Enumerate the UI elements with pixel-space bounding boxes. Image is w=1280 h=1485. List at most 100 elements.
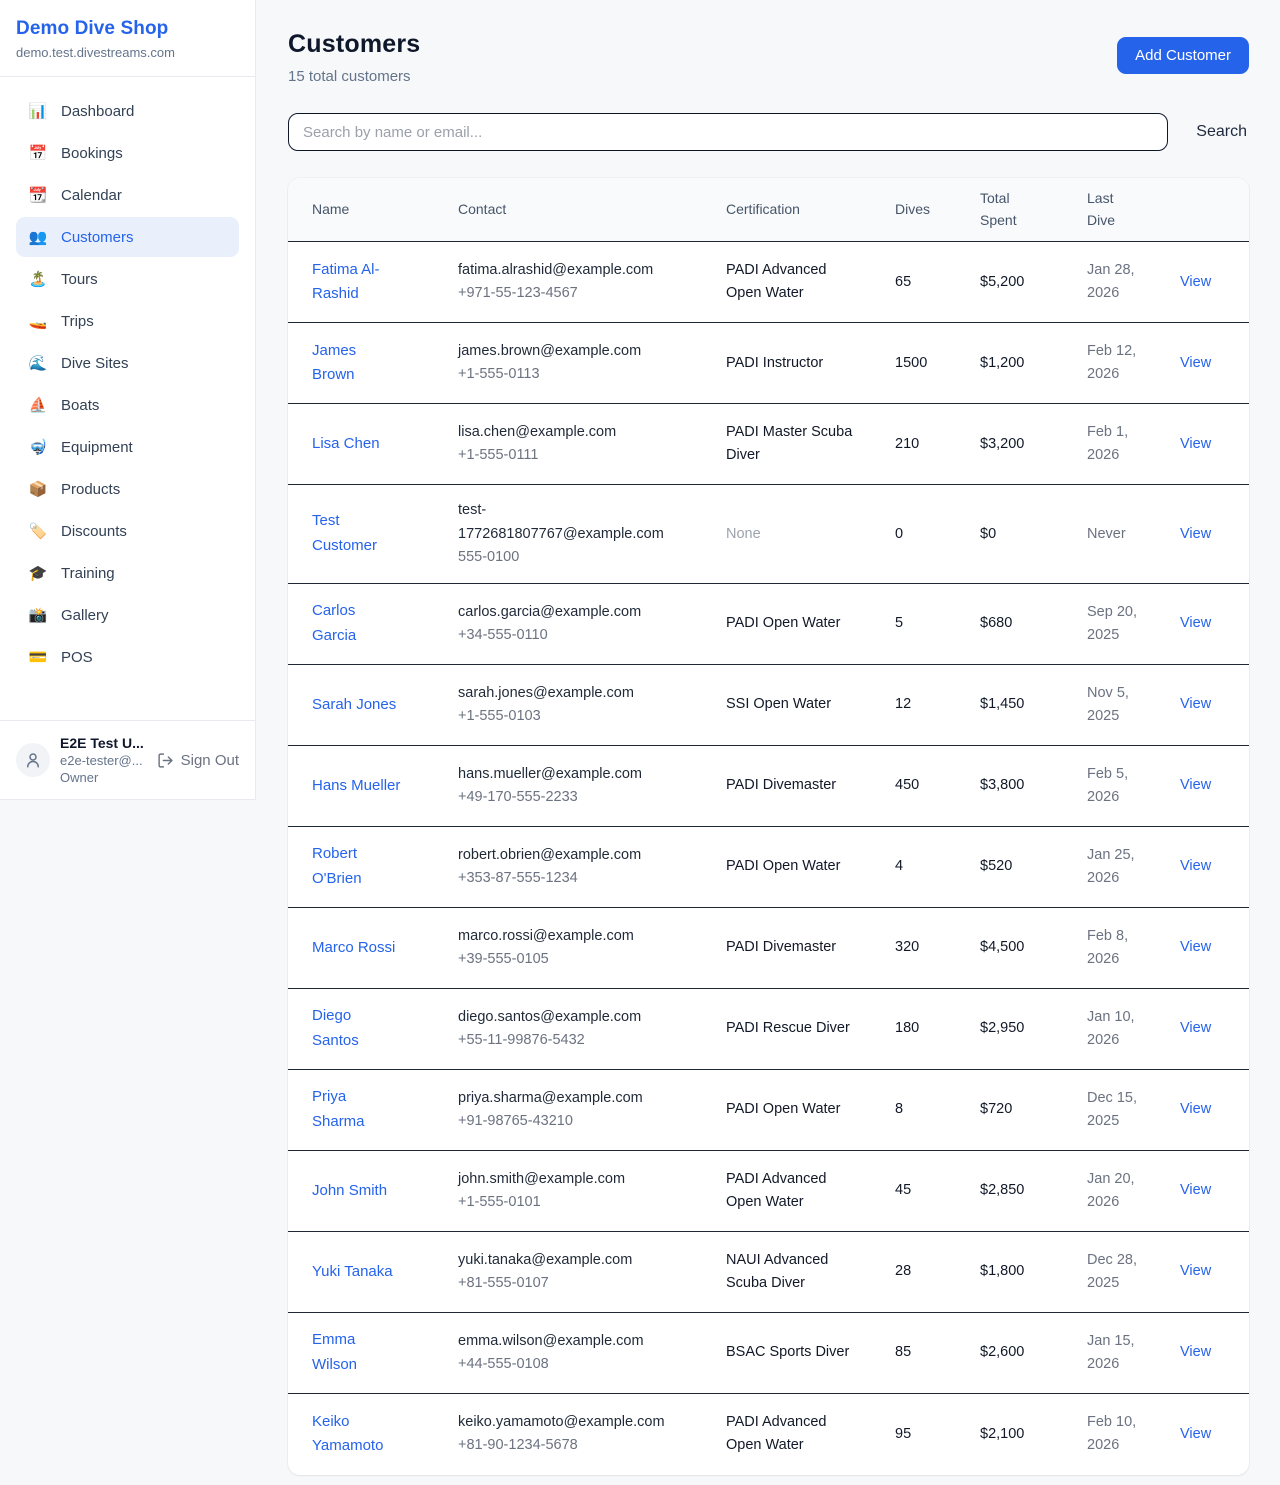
table-header: NameContactCertificationDivesTotal Spent… (288, 178, 1249, 242)
sidebar-item-equipment[interactable]: 🤿Equipment (16, 427, 239, 467)
customer-name-link[interactable]: Diego Santos (312, 990, 402, 1068)
sidebar-item-dashboard[interactable]: 📊Dashboard (16, 91, 239, 131)
sidebar-item-customers[interactable]: 👥Customers (16, 217, 239, 257)
customer-name-link[interactable]: Yuki Tanaka (312, 1246, 402, 1299)
trips-icon: 🚤 (28, 312, 48, 330)
dives-cell: 210 (895, 419, 980, 470)
contact-cell: hans.mueller@example.com+49-170-555-2233 (458, 749, 726, 823)
customer-email: carlos.garcia@example.com (458, 601, 670, 624)
table-row: James Brownjames.brown@example.com+1-555… (288, 323, 1249, 404)
search-input[interactable] (288, 113, 1168, 151)
sidebar-item-label: Equipment (61, 439, 133, 456)
certification-cell: PADI Open Water (726, 841, 858, 892)
customer-name-link[interactable]: Hans Mueller (312, 760, 402, 813)
contact-cell: marco.rossi@example.com+39-555-0105 (458, 911, 726, 985)
total-spent-cell: $3,200 (980, 419, 1087, 470)
sidebar-item-boats[interactable]: ⛵Boats (16, 385, 239, 425)
add-customer-button[interactable]: Add Customer (1117, 37, 1249, 74)
sidebar-item-calendar[interactable]: 📆Calendar (16, 175, 239, 215)
view-link[interactable]: View (1180, 1426, 1211, 1442)
sidebar-item-label: Dive Sites (61, 355, 129, 372)
action-cell: View (1180, 922, 1225, 973)
action-cell: View (1180, 760, 1225, 811)
sidebar-item-bookings[interactable]: 📅Bookings (16, 133, 239, 173)
action-cell: View (1180, 1003, 1225, 1054)
sidebar-item-label: Gallery (61, 607, 109, 624)
sidebar-item-label: Calendar (61, 187, 122, 204)
sidebar-item-trips[interactable]: 🚤Trips (16, 301, 239, 341)
last-dive-cell: Jan 15, 2026 (1087, 1316, 1157, 1390)
sidebar-item-gallery[interactable]: 📸 Gallery (16, 595, 239, 635)
view-link[interactable]: View (1180, 777, 1211, 793)
customer-name-link[interactable]: Priya Sharma (312, 1071, 402, 1149)
total-spent-cell: $2,850 (980, 1165, 1087, 1216)
sign-out-button[interactable]: Sign Out (157, 752, 239, 769)
view-link[interactable]: View (1180, 526, 1211, 542)
contact-cell: yuki.tanaka@example.com+81-555-0107 (458, 1235, 726, 1309)
view-link[interactable]: View (1180, 939, 1211, 955)
total-spent-cell: $5,200 (980, 257, 1087, 308)
sidebar-header: Demo Dive Shop demo.test.divestreams.com (0, 0, 255, 77)
view-link[interactable]: View (1180, 355, 1211, 371)
view-link[interactable]: View (1180, 696, 1211, 712)
total-spent-cell: $520 (980, 841, 1087, 892)
view-link[interactable]: View (1180, 858, 1211, 874)
table-row: Diego Santosdiego.santos@example.com+55-… (288, 989, 1249, 1070)
last-dive-cell: Feb 10, 2026 (1087, 1397, 1157, 1471)
customer-name-link[interactable]: Test Customer (312, 495, 402, 573)
training-icon: 🎓 (28, 564, 48, 582)
sidebar-item-products[interactable]: 📦Products (16, 469, 239, 509)
view-link[interactable]: View (1180, 1101, 1211, 1117)
sidebar-item-discounts[interactable]: 🏷️Discounts (16, 511, 239, 551)
view-link[interactable]: View (1180, 1344, 1211, 1360)
view-link[interactable]: View (1180, 1020, 1211, 1036)
last-dive-cell: Jan 10, 2026 (1087, 992, 1157, 1066)
customer-name-link[interactable]: Keiko Yamamoto (312, 1396, 402, 1474)
contact-cell: lisa.chen@example.com+1-555-0111 (458, 407, 726, 481)
customer-name-link[interactable]: Sarah Jones (312, 679, 402, 732)
certification-cell: BSAC Sports Diver (726, 1327, 858, 1378)
dives-cell: 1500 (895, 338, 980, 389)
dives-cell: 320 (895, 922, 980, 973)
customer-name-link[interactable]: Fatima Al-Rashid (312, 244, 402, 322)
sidebar-item-dive-sites[interactable]: 🌊 Dive Sites (16, 343, 239, 383)
customer-phone: +55-11-99876-5432 (458, 1029, 726, 1052)
column-header-actions (1180, 200, 1225, 220)
boats-icon: ⛵ (28, 396, 48, 414)
certification-cell: PADI Divemaster (726, 922, 858, 973)
customer-name-link[interactable]: Robert O'Brien (312, 828, 402, 906)
view-link[interactable]: View (1180, 436, 1211, 452)
customer-email: priya.sharma@example.com (458, 1087, 670, 1110)
page-title: Customers (288, 30, 420, 59)
contact-cell: robert.obrien@example.com+353-87-555-123… (458, 830, 726, 904)
gallery-icon: 📸 (28, 606, 48, 624)
certification-cell: PADI Open Water (726, 598, 858, 649)
view-link[interactable]: View (1180, 274, 1211, 290)
customers-table: NameContactCertificationDivesTotal Spent… (288, 178, 1249, 1475)
dive-sites-icon: 🌊 (28, 354, 48, 372)
shop-name: Demo Dive Shop (16, 18, 239, 40)
dives-cell: 28 (895, 1246, 980, 1297)
user-email: e2e-tester@... (60, 753, 147, 768)
customer-name-link[interactable]: Lisa Chen (312, 418, 402, 471)
customer-name-link[interactable]: John Smith (312, 1165, 402, 1218)
last-dive-cell: Feb 8, 2026 (1087, 911, 1157, 985)
last-dive-cell: Dec 28, 2025 (1087, 1235, 1157, 1309)
view-link[interactable]: View (1180, 1263, 1211, 1279)
view-link[interactable]: View (1180, 615, 1211, 631)
sidebar-item-training[interactable]: 🎓Training (16, 553, 239, 593)
sidebar-item-pos[interactable]: 💳POS (16, 637, 239, 677)
last-dive-cell: Jan 25, 2026 (1087, 830, 1157, 904)
sidebar-item-tours[interactable]: 🏝️Tours (16, 259, 239, 299)
customer-name-link[interactable]: James Brown (312, 325, 402, 403)
total-spent-cell: $2,950 (980, 1003, 1087, 1054)
last-dive-cell: Jan 20, 2026 (1087, 1154, 1157, 1228)
sidebar-item-label: Customers (61, 229, 134, 246)
search-button[interactable]: Search (1194, 119, 1249, 145)
customer-name-link[interactable]: Carlos Garcia (312, 585, 402, 663)
view-link[interactable]: View (1180, 1182, 1211, 1198)
customer-name-link[interactable]: Marco Rossi (312, 922, 402, 975)
bookings-icon: 📅 (28, 144, 48, 162)
customer-email: sarah.jones@example.com (458, 682, 670, 705)
customer-name-link[interactable]: Emma Wilson (312, 1314, 402, 1392)
